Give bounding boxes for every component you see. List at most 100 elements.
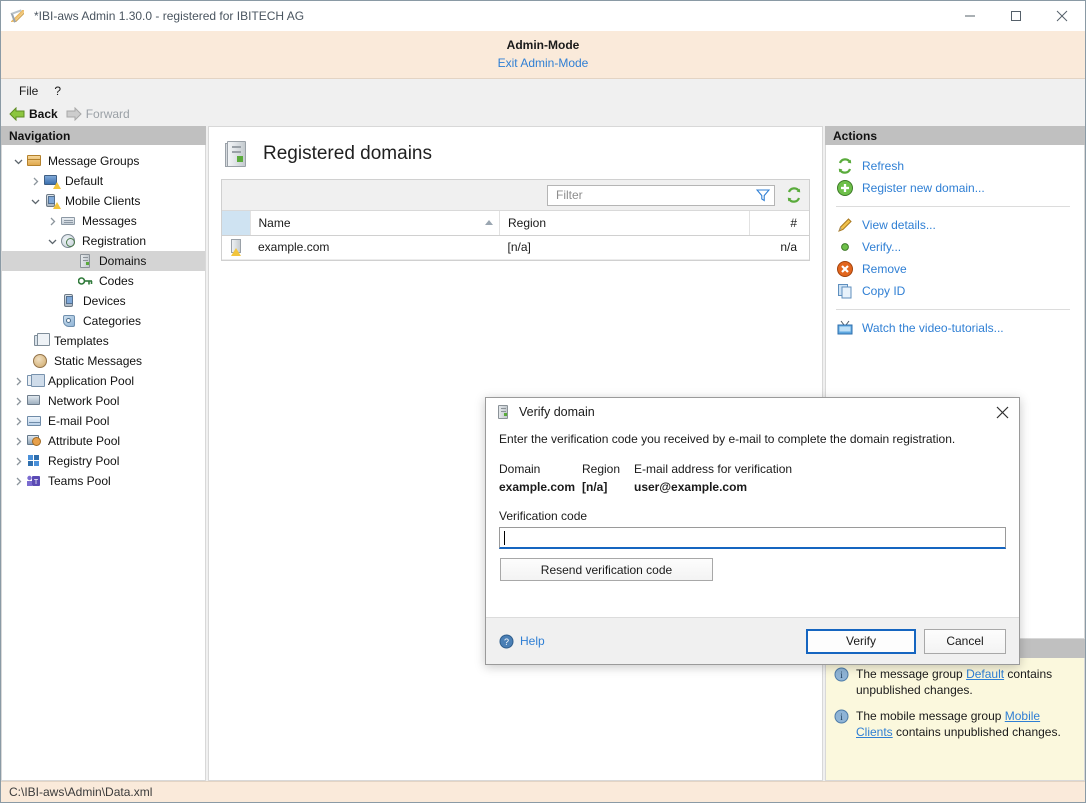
email-value: user@example.com: [634, 480, 747, 494]
chevron-right-icon[interactable]: [27, 173, 43, 189]
help-link[interactable]: ? Help: [499, 634, 545, 649]
close-icon[interactable]: [1039, 1, 1085, 31]
exit-admin-mode-link[interactable]: Exit Admin-Mode: [498, 56, 589, 70]
sidebar-item-message-groups[interactable]: Message Groups: [2, 151, 205, 171]
page-header: Registered domains: [209, 127, 822, 179]
copy-icon: [836, 282, 854, 300]
sidebar-item-teams-pool[interactable]: T Teams Pool: [2, 471, 205, 491]
content-wrapper: Registered domains Filter: [206, 126, 823, 781]
dialog-body: Enter the verification code you received…: [486, 426, 1019, 617]
server-icon: [225, 139, 251, 169]
application-window: *IBI-aws Admin 1.30.0 - registered for I…: [0, 0, 1086, 803]
verification-code-input[interactable]: [499, 527, 1006, 549]
svg-text:?: ?: [504, 637, 509, 647]
sidebar-item-label: Registration: [82, 234, 146, 248]
action-register-new-domain[interactable]: Register new domain...: [826, 177, 1084, 199]
info-message: i The message group Default contains unp…: [834, 666, 1076, 698]
sidebar-item-application-pool[interactable]: Application Pool: [2, 371, 205, 391]
action-label: Copy ID: [862, 284, 905, 298]
mail-icon: [26, 413, 43, 429]
refresh-icon[interactable]: [785, 186, 803, 204]
dialog-title-bar: Verify domain: [486, 398, 1019, 426]
chevron-right-icon[interactable]: [44, 213, 60, 229]
sidebar-item-default[interactable]: Default: [2, 171, 205, 191]
action-label: View details...: [862, 218, 936, 232]
domain-label: Domain: [499, 462, 582, 476]
email-label: E-mail address for verification: [634, 462, 792, 476]
sidebar-item-messages[interactable]: Messages: [2, 211, 205, 231]
sidebar-item-devices[interactable]: Devices: [2, 291, 205, 311]
action-view-details[interactable]: View details...: [826, 214, 1084, 236]
action-verify[interactable]: Verify...: [826, 236, 1084, 258]
chevron-right-icon[interactable]: [10, 433, 26, 449]
sidebar-item-label: Default: [65, 174, 103, 188]
info-icon: i: [834, 709, 849, 724]
chevron-right-icon[interactable]: [10, 453, 26, 469]
back-button[interactable]: Back: [7, 106, 64, 122]
sidebar-item-registry-pool[interactable]: Registry Pool: [2, 451, 205, 471]
sidebar-item-email-pool[interactable]: E-mail Pool: [2, 411, 205, 431]
chevron-down-icon[interactable]: [44, 233, 60, 249]
minimize-icon[interactable]: [947, 1, 993, 31]
chevron-down-icon[interactable]: [10, 153, 26, 169]
chevron-down-icon[interactable]: [27, 193, 43, 209]
funnel-icon[interactable]: [756, 189, 770, 202]
sidebar-item-mobile-clients[interactable]: Mobile Clients: [2, 191, 205, 211]
sidebar-item-label: Devices: [83, 294, 126, 308]
row-region-cell: [n/a]: [500, 235, 750, 259]
sidebar-item-label: E-mail Pool: [48, 414, 109, 428]
row-count-cell: n/a: [749, 235, 809, 259]
sidebar-item-registration[interactable]: Registration: [2, 231, 205, 251]
region-label: Region: [582, 462, 634, 476]
verify-button[interactable]: Verify: [806, 629, 916, 654]
table-header-name-label: Name: [259, 216, 291, 230]
sidebar-item-categories[interactable]: Categories: [2, 311, 205, 331]
sidebar-item-label: Templates: [54, 334, 109, 348]
tv-icon: [836, 319, 854, 337]
monitor-warning-icon: [43, 173, 60, 189]
maximize-icon[interactable]: [993, 1, 1039, 31]
info-icon: i: [834, 667, 849, 682]
sidebar-item-static-messages[interactable]: Static Messages: [2, 351, 205, 371]
info-link-default[interactable]: Default: [966, 667, 1004, 681]
close-icon[interactable]: [985, 398, 1019, 426]
actions-header: Actions: [825, 126, 1085, 145]
info-message-text: The mobile message group Mobile Clients …: [856, 708, 1076, 740]
domain-info-table: Domain Region E-mail address for verific…: [499, 462, 1006, 494]
sidebar-item-attribute-pool[interactable]: Attribute Pool: [2, 431, 205, 451]
forward-button[interactable]: Forward: [64, 106, 136, 122]
sidebar-item-network-pool[interactable]: Network Pool: [2, 391, 205, 411]
cancel-button[interactable]: Cancel: [924, 629, 1006, 654]
action-copy-id[interactable]: Copy ID: [826, 280, 1084, 302]
action-refresh[interactable]: Refresh: [826, 155, 1084, 177]
chevron-right-icon[interactable]: [10, 413, 26, 429]
table-header-name[interactable]: Name: [250, 211, 500, 235]
chevron-right-icon[interactable]: [10, 473, 26, 489]
resend-verification-code-button[interactable]: Resend verification code: [500, 558, 713, 581]
application-pool-icon: [26, 373, 43, 389]
status-bar: C:\IBI-aws\Admin\Data.xml: [1, 781, 1085, 802]
sidebar-item-domains[interactable]: Domains: [2, 251, 205, 271]
region-value: [n/a]: [582, 480, 634, 494]
chevron-right-icon[interactable]: [10, 393, 26, 409]
table-row[interactable]: example.com [n/a] n/a: [222, 235, 809, 259]
menu-item-help[interactable]: ?: [46, 82, 69, 100]
server-icon: [77, 253, 94, 269]
dialog-footer: ? Help Verify Cancel: [486, 617, 1019, 664]
key-icon: [77, 273, 94, 289]
search-input[interactable]: Filter: [547, 185, 775, 206]
table-header-region[interactable]: Region: [500, 211, 750, 235]
sidebar-item-label: Messages: [82, 214, 137, 228]
menu-item-file[interactable]: File: [11, 82, 46, 100]
sidebar-item-codes[interactable]: Codes: [2, 271, 205, 291]
chevron-right-icon[interactable]: [10, 373, 26, 389]
domain-info-header-row: Domain Region E-mail address for verific…: [499, 462, 1006, 476]
action-remove[interactable]: Remove: [826, 258, 1084, 280]
gear-icon: [32, 353, 49, 369]
table-header-count[interactable]: #: [749, 211, 809, 235]
sidebar-item-templates[interactable]: Templates: [2, 331, 205, 351]
tag-icon: [61, 313, 78, 329]
sidebar-item-label: Mobile Clients: [65, 194, 140, 208]
action-watch-video-tutorials[interactable]: Watch the video-tutorials...: [826, 317, 1084, 339]
information-panel: i The message group Default contains unp…: [825, 658, 1085, 781]
